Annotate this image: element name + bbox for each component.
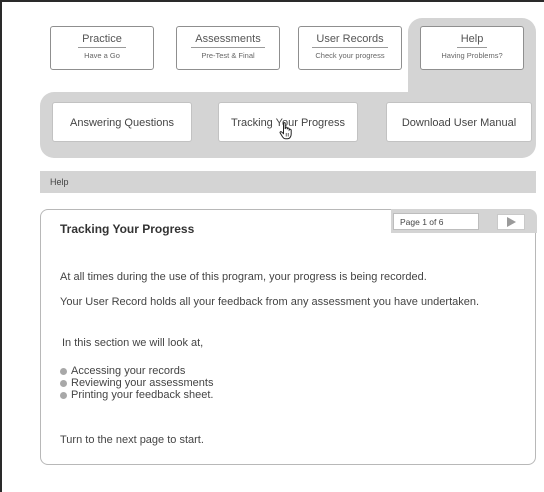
tab-user-records-subtitle: Check your progress <box>315 51 385 60</box>
list-item-text: Reviewing your assessments <box>71 377 214 389</box>
bullet-dot-icon <box>60 392 67 399</box>
list-item-text: Accessing your records <box>71 365 186 377</box>
record-paragraph: Your User Record holds all your feedback… <box>60 296 480 308</box>
next-arrow-icon <box>507 217 516 227</box>
page-title: Tracking Your Progress <box>60 222 195 236</box>
next-page-button[interactable] <box>497 214 525 230</box>
page-indicator: Page 1 of 6 <box>393 213 479 230</box>
tab-assessments-title: Assessments <box>191 33 265 48</box>
tab-help-subtitle: Having Problems? <box>441 51 503 60</box>
list-item-text: Printing your feedback sheet. <box>71 389 214 401</box>
content-panel: Page 1 of 6 Tracking Your Progress At al… <box>40 209 537 465</box>
turn-page-paragraph: Turn to the next page to start. <box>60 434 204 446</box>
tab-help-title: Help <box>456 33 488 48</box>
tab-assessments-subtitle: Pre-Test & Final <box>201 51 255 60</box>
list-item: Reviewing your assessments <box>59 377 213 389</box>
bullet-dot-icon <box>60 380 67 387</box>
bullet-dot-icon <box>60 368 67 375</box>
section-paragraph: In this section we will look at, <box>62 337 204 349</box>
tab-help[interactable]: Help Having Problems? <box>420 26 524 70</box>
app-window: Practice Have a Go Assessments Pre-Test … <box>0 0 544 492</box>
tab-assessments[interactable]: Assessments Pre-Test & Final <box>176 26 280 70</box>
tab-user-records-title: User Records <box>312 33 388 48</box>
tab-practice[interactable]: Practice Have a Go <box>50 26 154 70</box>
intro-paragraph: At all times during the use of this prog… <box>60 271 427 283</box>
topic-list: Accessing your records Reviewing your as… <box>59 365 213 401</box>
list-item: Printing your feedback sheet. <box>59 389 213 401</box>
hand-pointer-icon <box>279 122 292 140</box>
breadcrumb: Help <box>40 171 536 193</box>
tab-user-records[interactable]: User Records Check your progress <box>298 26 402 70</box>
tab-practice-subtitle: Have a Go <box>84 51 120 60</box>
list-item: Accessing your records <box>59 365 213 377</box>
answering-questions-button[interactable]: Answering Questions <box>52 102 192 142</box>
tab-practice-title: Practice <box>78 33 126 48</box>
download-manual-button[interactable]: Download User Manual <box>386 102 532 142</box>
